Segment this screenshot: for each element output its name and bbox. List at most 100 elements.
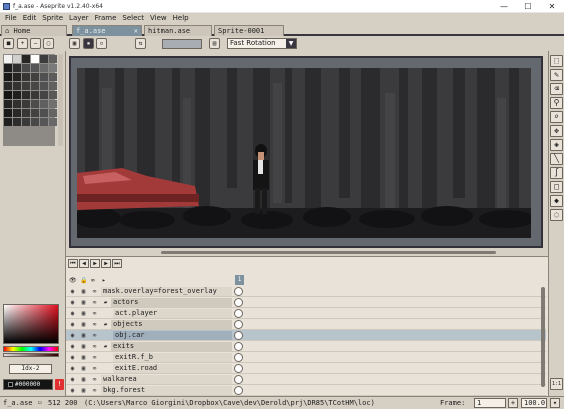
lock-header-icon[interactable]: 🔒 <box>80 277 87 284</box>
palette-swatch[interactable] <box>4 73 12 81</box>
eye-icon[interactable]: ◉ <box>68 287 77 296</box>
palette-swatch[interactable] <box>31 64 39 72</box>
palette-swatch[interactable] <box>31 100 39 108</box>
first-frame-icon[interactable]: ⏮ <box>68 259 78 268</box>
menu-sprite[interactable]: Sprite <box>39 13 66 24</box>
pencil-tool-icon[interactable]: ✎ <box>550 69 563 81</box>
palette-swatch[interactable] <box>49 64 57 72</box>
lock-icon[interactable]: ▣ <box>79 364 88 373</box>
palette-swatch[interactable] <box>40 109 48 117</box>
blur-tool-icon[interactable]: ◌ <box>550 209 563 221</box>
eye-icon[interactable]: ◉ <box>68 375 77 384</box>
palette-swatch[interactable] <box>49 73 57 81</box>
lock-icon[interactable]: ▣ <box>79 386 88 395</box>
intersect-icon[interactable]: ▢ <box>43 38 54 49</box>
palette-swatch[interactable] <box>13 73 21 81</box>
cel-icon[interactable] <box>234 353 243 362</box>
continuous-icon[interactable]: ∞ <box>90 320 99 329</box>
palette-swatch[interactable] <box>4 82 12 90</box>
transparent-icon[interactable]: ▪ <box>83 38 94 49</box>
lock-icon[interactable]: ▣ <box>79 342 88 351</box>
lock-icon[interactable]: ▣ <box>79 375 88 384</box>
layer-row[interactable]: ◉ ▣ ∞ ▰ objects <box>66 319 546 330</box>
palette-swatch[interactable] <box>4 109 12 117</box>
palette-swatch[interactable] <box>49 91 57 99</box>
tab-hitman[interactable]: hitman.ase <box>144 25 212 36</box>
line-tool-icon[interactable]: ╲ <box>550 153 563 165</box>
fill-tool-icon[interactable]: ◈ <box>550 139 563 151</box>
eye-icon[interactable]: ◉ <box>68 320 77 329</box>
palette-swatch[interactable] <box>49 100 57 108</box>
layer-row[interactable]: ◉ ▣ ∞ ▰ exits <box>66 341 546 352</box>
palette-swatch[interactable] <box>49 109 57 117</box>
eye-icon[interactable]: ◉ <box>68 298 77 307</box>
move-tool-icon[interactable]: ✥ <box>550 125 563 137</box>
palette-swatch[interactable] <box>31 118 39 126</box>
rectangle-tool-icon[interactable]: □ <box>550 181 563 193</box>
eyedropper-tool-icon[interactable]: ⚲ <box>550 97 563 109</box>
palette-swatch[interactable] <box>13 82 21 90</box>
subtract-icon[interactable]: − <box>30 38 41 49</box>
layer-name[interactable]: bkg.forest <box>101 386 232 395</box>
palette-swatch[interactable] <box>40 73 48 81</box>
timeline-vertical-scrollbar[interactable] <box>541 287 545 387</box>
palette-swatch[interactable] <box>49 118 57 126</box>
eye-icon[interactable]: ◉ <box>68 342 77 351</box>
palette-swatch[interactable] <box>22 82 30 90</box>
color-spectrum[interactable] <box>3 304 59 344</box>
color-index-field[interactable]: Idx-2 <box>9 364 52 374</box>
palette-swatch[interactable] <box>49 55 57 63</box>
continuous-icon[interactable]: ∞ <box>90 287 99 296</box>
tab-f-a[interactable]: f_a.ase ✕ <box>72 25 142 36</box>
lock-icon[interactable]: ▣ <box>79 298 88 307</box>
cel-icon[interactable] <box>234 298 243 307</box>
layer-name[interactable]: exitR.f_b <box>113 353 232 362</box>
continuous-icon[interactable]: ∞ <box>90 331 99 340</box>
palette-grid[interactable] <box>3 54 57 146</box>
play-icon[interactable]: ▶ <box>90 259 100 268</box>
pivot-icon[interactable]: ▤ <box>209 38 220 49</box>
folder-icon[interactable]: ▰ <box>101 342 110 351</box>
palette-swatch[interactable] <box>40 118 48 126</box>
palette-swatch[interactable] <box>4 118 12 126</box>
next-frame-icon[interactable]: ▶ <box>101 259 111 268</box>
lock-icon[interactable]: ▣ <box>79 320 88 329</box>
menu-select[interactable]: Select <box>119 13 147 24</box>
menu-layer[interactable]: Layer <box>66 13 92 24</box>
palette-swatch[interactable] <box>22 64 30 72</box>
tab-sprite-0001[interactable]: Sprite-0001 <box>214 25 284 36</box>
palette-swatch[interactable] <box>13 55 21 63</box>
layer-row[interactable]: ◉ ▣ ∞ exitE.road <box>66 363 546 374</box>
frame-field[interactable]: 1 <box>474 398 506 408</box>
flip-icon[interactable]: ⇆ <box>135 38 146 49</box>
palette-swatch[interactable] <box>40 64 48 72</box>
palette-swatch[interactable] <box>13 118 21 126</box>
layer-row[interactable]: ◉ ▣ ∞ act.player <box>66 308 546 319</box>
opaque-icon[interactable]: ▫ <box>96 38 107 49</box>
palette-swatch[interactable] <box>22 109 30 117</box>
copy-icon[interactable]: ▣ <box>69 38 80 49</box>
palette-swatch[interactable] <box>4 55 12 63</box>
palette-swatch[interactable] <box>49 82 57 90</box>
palette-swatch[interactable] <box>13 64 21 72</box>
palette-swatch[interactable] <box>31 55 39 63</box>
continuous-icon[interactable]: ∞ <box>90 353 99 362</box>
add-icon[interactable]: + <box>17 38 28 49</box>
layer-name[interactable]: objects <box>111 320 232 329</box>
palette-scrollbar[interactable] <box>58 54 63 146</box>
lock-icon[interactable]: ▣ <box>79 309 88 318</box>
cel-icon[interactable] <box>234 331 243 340</box>
marquee-tool-icon[interactable]: ⬚ <box>550 55 563 67</box>
continuous-icon[interactable]: ∞ <box>90 386 99 395</box>
layer-name[interactable]: act.player <box>113 309 232 318</box>
menu-frame[interactable]: Frame <box>92 13 120 24</box>
continuous-icon[interactable]: ∞ <box>90 298 99 307</box>
alpha-slider[interactable] <box>3 353 59 357</box>
cel-icon[interactable] <box>234 287 243 296</box>
maximize-button[interactable]: ☐ <box>516 0 540 13</box>
palette-swatch[interactable] <box>4 91 12 99</box>
eye-icon[interactable]: ◉ <box>68 364 77 373</box>
menu-file[interactable]: File <box>2 13 20 24</box>
palette-swatch[interactable] <box>40 82 48 90</box>
visibility-header-icon[interactable]: 👁 <box>69 277 77 284</box>
